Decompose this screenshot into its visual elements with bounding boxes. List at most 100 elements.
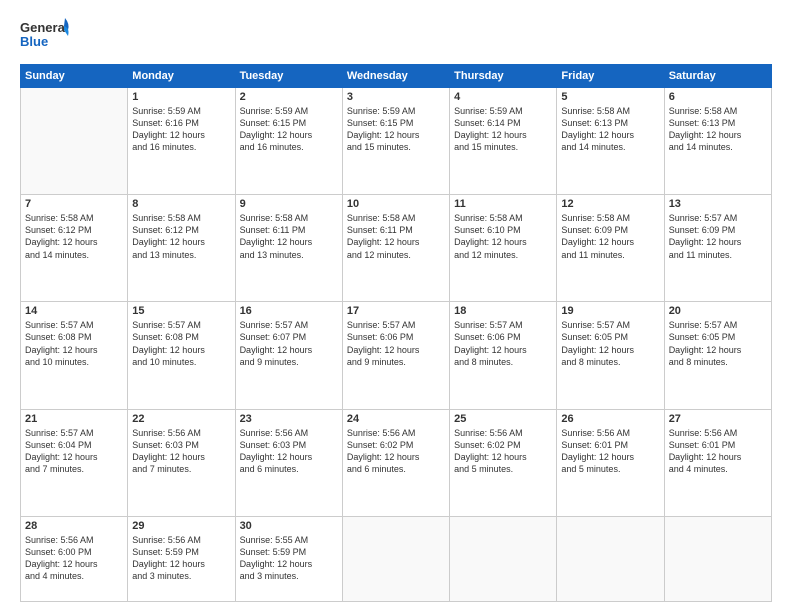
calendar-cell: 21Sunrise: 5:57 AMSunset: 6:04 PMDayligh… [21,409,128,516]
day-info: Sunrise: 5:58 AMSunset: 6:13 PMDaylight:… [561,105,659,154]
calendar-cell: 2Sunrise: 5:59 AMSunset: 6:15 PMDaylight… [235,88,342,195]
day-info: Sunrise: 5:58 AMSunset: 6:11 PMDaylight:… [240,212,338,261]
calendar-week-5: 28 Sunrise: 5:56 AMSunset: 6:00 PMDayligh… [21,516,772,601]
day-number: 8 [132,198,230,210]
day-info: Sunrise: 5:56 AMSunset: 6:03 PMDaylight:… [240,427,338,476]
day-number: 28 [25,520,123,532]
calendar-cell: 15Sunrise: 5:57 AMSunset: 6:08 PMDayligh… [128,302,235,409]
calendar-cell: 9 Sunrise: 5:58 AMSunset: 6:11 PMDaylight… [235,195,342,302]
day-info: Sunrise: 5:57 AMSunset: 6:09 PMDaylight:… [669,212,767,261]
day-info: Sunrise: 5:58 AMSunset: 6:12 PMDaylight:… [25,212,123,261]
calendar-cell: 10 Sunrise: 5:58 AMSunset: 6:11 PMDayligh… [342,195,449,302]
day-header-thursday: Thursday [450,65,557,88]
day-number: 4 [454,91,552,103]
calendar-cell: 4 Sunrise: 5:59 AMSunset: 6:14 PMDaylight… [450,88,557,195]
day-header-sunday: Sunday [21,65,128,88]
calendar-cell: 12Sunrise: 5:58 AMSunset: 6:09 PMDayligh… [557,195,664,302]
day-number: 9 [240,198,338,210]
calendar-cell: 23 Sunrise: 5:56 AMSunset: 6:03 PMDayligh… [235,409,342,516]
day-number: 11 [454,198,552,210]
calendar-cell: 11 Sunrise: 5:58 AMSunset: 6:10 PMDayligh… [450,195,557,302]
day-info: Sunrise: 5:58 AMSunset: 6:09 PMDaylight:… [561,212,659,261]
calendar-cell: 25Sunrise: 5:56 AMSunset: 6:02 PMDayligh… [450,409,557,516]
day-info: Sunrise: 5:56 AMSunset: 6:00 PMDaylight:… [25,534,123,583]
day-number: 27 [669,413,767,425]
header: General Blue [20,16,772,54]
calendar-cell: 16 Sunrise: 5:57 AMSunset: 6:07 PMDayligh… [235,302,342,409]
calendar-cell: 8 Sunrise: 5:58 AMSunset: 6:12 PMDaylight… [128,195,235,302]
calendar-cell: 3 Sunrise: 5:59 AMSunset: 6:15 PMDaylight… [342,88,449,195]
day-header-friday: Friday [557,65,664,88]
calendar-cell: 30Sunrise: 5:55 AMSunset: 5:59 PMDayligh… [235,516,342,601]
day-number: 20 [669,305,767,317]
day-info: Sunrise: 5:57 AMSunset: 6:04 PMDaylight:… [25,427,123,476]
calendar-cell [664,516,771,601]
calendar-week-3: 14 Sunrise: 5:57 AMSunset: 6:08 PMDayligh… [21,302,772,409]
day-number: 23 [240,413,338,425]
day-number: 22 [132,413,230,425]
calendar-cell [450,516,557,601]
calendar-cell: 24 Sunrise: 5:56 AMSunset: 6:02 PMDayligh… [342,409,449,516]
day-number: 18 [454,305,552,317]
day-info: Sunrise: 5:58 AMSunset: 6:11 PMDaylight:… [347,212,445,261]
day-header-tuesday: Tuesday [235,65,342,88]
day-info: Sunrise: 5:56 AMSunset: 6:02 PMDaylight:… [347,427,445,476]
day-number: 26 [561,413,659,425]
day-number: 1 [132,91,230,103]
day-info: Sunrise: 5:58 AMSunset: 6:12 PMDaylight:… [132,212,230,261]
day-info: Sunrise: 5:57 AMSunset: 6:07 PMDaylight:… [240,319,338,368]
day-info: Sunrise: 5:57 AMSunset: 6:08 PMDaylight:… [132,319,230,368]
day-info: Sunrise: 5:57 AMSunset: 6:05 PMDaylight:… [561,319,659,368]
day-info: Sunrise: 5:56 AMSunset: 6:01 PMDaylight:… [561,427,659,476]
calendar-week-4: 21Sunrise: 5:57 AMSunset: 6:04 PMDayligh… [21,409,772,516]
calendar-cell: 28 Sunrise: 5:56 AMSunset: 6:00 PMDayligh… [21,516,128,601]
calendar-cell: 22 Sunrise: 5:56 AMSunset: 6:03 PMDayligh… [128,409,235,516]
day-number: 16 [240,305,338,317]
day-number: 24 [347,413,445,425]
calendar-cell: 6 Sunrise: 5:58 AMSunset: 6:13 PMDaylight… [664,88,771,195]
day-info: Sunrise: 5:59 AMSunset: 6:15 PMDaylight:… [240,105,338,154]
day-header-monday: Monday [128,65,235,88]
day-number: 5 [561,91,659,103]
calendar-cell [342,516,449,601]
day-info: Sunrise: 5:59 AMSunset: 6:15 PMDaylight:… [347,105,445,154]
calendar-cell: 7 Sunrise: 5:58 AMSunset: 6:12 PMDaylight… [21,195,128,302]
logo-svg: General Blue [20,16,70,54]
calendar-cell: 14Sunrise: 5:57 AMSunset: 6:08 PMDayligh… [21,302,128,409]
day-info: Sunrise: 5:57 AMSunset: 6:06 PMDaylight:… [454,319,552,368]
day-number: 17 [347,305,445,317]
day-number: 29 [132,520,230,532]
day-info: Sunrise: 5:58 AMSunset: 6:10 PMDaylight:… [454,212,552,261]
calendar-cell: 18 Sunrise: 5:57 AMSunset: 6:06 PMDayligh… [450,302,557,409]
day-info: Sunrise: 5:56 AMSunset: 6:02 PMDaylight:… [454,427,552,476]
day-number: 30 [240,520,338,532]
day-number: 14 [25,305,123,317]
day-number: 7 [25,198,123,210]
calendar-cell: 20Sunrise: 5:57 AMSunset: 6:05 PMDayligh… [664,302,771,409]
day-header-saturday: Saturday [664,65,771,88]
calendar-cell: 5 Sunrise: 5:58 AMSunset: 6:13 PMDaylight… [557,88,664,195]
calendar-week-1: 1Sunrise: 5:59 AMSunset: 6:16 PMDaylight… [21,88,772,195]
day-number: 13 [669,198,767,210]
day-info: Sunrise: 5:56 AMSunset: 6:03 PMDaylight:… [132,427,230,476]
day-info: Sunrise: 5:56 AMSunset: 5:59 PMDaylight:… [132,534,230,583]
day-number: 3 [347,91,445,103]
logo: General Blue [20,16,70,54]
calendar-cell: 1Sunrise: 5:59 AMSunset: 6:16 PMDaylight… [128,88,235,195]
calendar-cell: 27Sunrise: 5:56 AMSunset: 6:01 PMDayligh… [664,409,771,516]
calendar-week-2: 7 Sunrise: 5:58 AMSunset: 6:12 PMDaylight… [21,195,772,302]
svg-text:General: General [20,20,68,35]
calendar-cell: 26 Sunrise: 5:56 AMSunset: 6:01 PMDayligh… [557,409,664,516]
calendar-cell [557,516,664,601]
svg-text:Blue: Blue [20,34,48,49]
day-header-wednesday: Wednesday [342,65,449,88]
calendar-header-row: SundayMondayTuesdayWednesdayThursdayFrid… [21,65,772,88]
day-info: Sunrise: 5:59 AMSunset: 6:14 PMDaylight:… [454,105,552,154]
day-number: 6 [669,91,767,103]
day-number: 10 [347,198,445,210]
day-info: Sunrise: 5:58 AMSunset: 6:13 PMDaylight:… [669,105,767,154]
calendar-cell: 19Sunrise: 5:57 AMSunset: 6:05 PMDayligh… [557,302,664,409]
calendar-cell: 13 Sunrise: 5:57 AMSunset: 6:09 PMDayligh… [664,195,771,302]
calendar-cell: 29 Sunrise: 5:56 AMSunset: 5:59 PMDayligh… [128,516,235,601]
day-info: Sunrise: 5:57 AMSunset: 6:06 PMDaylight:… [347,319,445,368]
